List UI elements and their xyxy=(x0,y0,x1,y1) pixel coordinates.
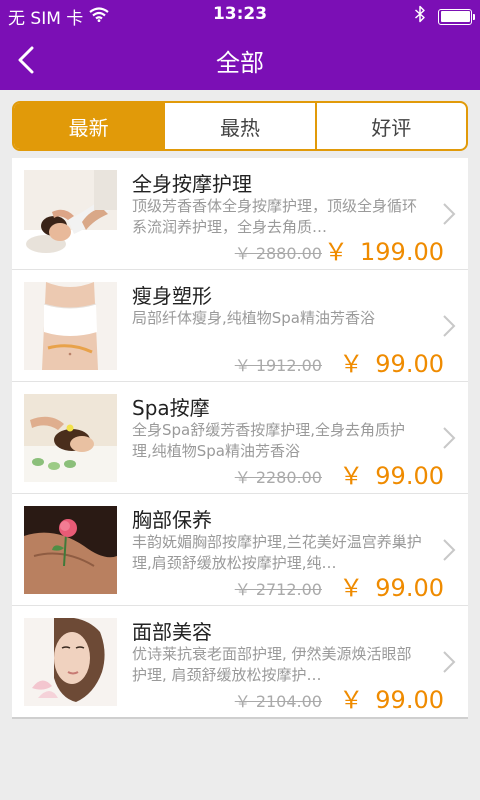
sale-price: ￥ 99.00 xyxy=(339,456,444,491)
price-value: 99.00 xyxy=(375,350,444,378)
facial-beauty-photo xyxy=(24,618,117,706)
sale-price: ￥ 99.00 xyxy=(339,568,444,603)
price-value: 199.00 xyxy=(360,238,444,266)
currency-symbol: ￥ xyxy=(339,462,364,490)
list-item[interactable]: 瘦身塑形 局部纤体瘦身,纯植物Spa精油芳香浴 ￥ 1912.00 ￥ 99.00 xyxy=(12,270,468,382)
original-price: ￥ 2104.00 xyxy=(234,692,322,711)
full-body-massage-photo xyxy=(24,170,117,258)
original-price: ￥ 2880.00 xyxy=(234,244,322,263)
status-time: 13:23 xyxy=(212,4,268,24)
currency-symbol: ￥ xyxy=(339,574,364,602)
chevron-right-icon xyxy=(443,539,456,561)
page-title: 全部 xyxy=(216,49,264,77)
top-bar: 无 SIM 卡 13:23 全部 xyxy=(0,0,480,90)
sale-price: ￥ 99.00 xyxy=(339,680,444,715)
chest-care-rose-photo xyxy=(24,506,117,594)
bluetooth-icon xyxy=(414,5,426,28)
back-button[interactable] xyxy=(6,38,46,82)
chevron-right-icon xyxy=(443,427,456,449)
filter-tabs: 最新 最热 好评 xyxy=(12,101,468,151)
list-item[interactable]: 全身按摩护理 顶级芳香香体全身按摩护理，顶级全身循环系流润养护理，全身去角质… … xyxy=(12,158,468,270)
sale-price: ￥ 99.00 xyxy=(339,344,444,379)
tab-best-rated[interactable]: 好评 xyxy=(317,103,466,149)
chevron-right-icon xyxy=(443,203,456,225)
item-title: 面部美容 xyxy=(132,620,212,644)
status-right xyxy=(414,5,475,28)
battery-icon xyxy=(438,8,475,25)
status-bar: 无 SIM 卡 13:23 xyxy=(0,0,480,30)
original-price: ￥ 1912.00 xyxy=(234,356,322,375)
list-item[interactable]: 胸部保养 丰韵妩媚胸部按摩护理,兰花美好温宫养巢护理,肩颈舒缓放松按摩护理,纯…… xyxy=(12,494,468,606)
currency-symbol: ￥ xyxy=(339,686,364,714)
item-title: Spa按摩 xyxy=(132,396,210,420)
sale-price: ￥ 199.00 xyxy=(324,232,444,267)
list-item[interactable]: 面部美容 优诗莱抗衰老面部护理, 伊然美源焕活眼部护理, 肩颈舒缓放松按摩护… … xyxy=(12,606,468,718)
item-title: 瘦身塑形 xyxy=(132,284,212,308)
slimming-waist-photo xyxy=(24,282,117,370)
spa-massage-photo xyxy=(24,394,117,482)
item-title: 全身按摩护理 xyxy=(132,172,252,196)
tab-newest[interactable]: 最新 xyxy=(14,103,166,149)
currency-symbol: ￥ xyxy=(324,238,349,266)
original-price: ￥ 2712.00 xyxy=(234,580,322,599)
service-list: 全身按摩护理 顶级芳香香体全身按摩护理，顶级全身循环系流润养护理，全身去角质… … xyxy=(12,158,468,719)
nav-bar: 全部 xyxy=(0,30,480,90)
price-value: 99.00 xyxy=(375,574,444,602)
chevron-right-icon xyxy=(443,651,456,673)
chevron-right-icon xyxy=(443,315,456,337)
chevron-left-icon xyxy=(18,46,34,74)
list-item[interactable]: Spa按摩 全身Spa舒缓芳香按摩护理,全身去角质护理,纯植物Spa精油芳香浴 … xyxy=(12,382,468,494)
price-value: 99.00 xyxy=(375,462,444,490)
original-price: ￥ 2280.00 xyxy=(234,468,322,487)
currency-symbol: ￥ xyxy=(339,350,364,378)
tab-hottest[interactable]: 最热 xyxy=(165,103,317,149)
item-title: 胸部保养 xyxy=(132,508,212,532)
price-value: 99.00 xyxy=(375,686,444,714)
